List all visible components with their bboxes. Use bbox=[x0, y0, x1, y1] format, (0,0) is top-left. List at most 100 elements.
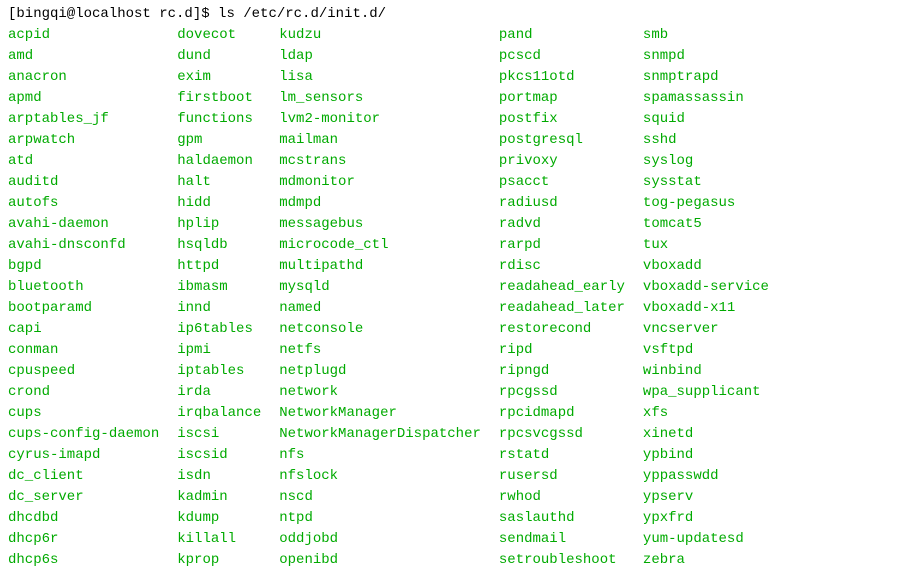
file-entry: dovecot bbox=[177, 25, 261, 46]
file-entry: readahead_early bbox=[499, 277, 625, 298]
file-entry: bootparamd bbox=[8, 298, 159, 319]
file-entry: cups-config-daemon bbox=[8, 424, 159, 445]
file-entry: mailman bbox=[279, 130, 481, 151]
ls-column-1: dovecotdundeximfirstbootfunctionsgpmhald… bbox=[177, 25, 279, 571]
file-entry: network bbox=[279, 382, 481, 403]
file-entry: exim bbox=[177, 67, 261, 88]
file-entry: smb bbox=[643, 25, 769, 46]
file-entry: ypxfrd bbox=[643, 508, 769, 529]
file-entry: named bbox=[279, 298, 481, 319]
file-entry: mdmonitor bbox=[279, 172, 481, 193]
file-entry: xfs bbox=[643, 403, 769, 424]
file-entry: postgresql bbox=[499, 130, 625, 151]
file-entry: haldaemon bbox=[177, 151, 261, 172]
file-entry: portmap bbox=[499, 88, 625, 109]
file-entry: messagebus bbox=[279, 214, 481, 235]
file-entry: dhcp6r bbox=[8, 529, 159, 550]
file-entry: rpcidmapd bbox=[499, 403, 625, 424]
file-entry: functions bbox=[177, 109, 261, 130]
ls-column-0: acpidamdanacronapmdarptables_jfarpwatcha… bbox=[8, 25, 177, 571]
file-entry: autofs bbox=[8, 193, 159, 214]
file-entry: snmpd bbox=[643, 46, 769, 67]
file-entry: isdn bbox=[177, 466, 261, 487]
file-entry: capi bbox=[8, 319, 159, 340]
file-entry: ripngd bbox=[499, 361, 625, 382]
terminal-prompt: [bingqi@localhost rc.d]$ ls /etc/rc.d/in… bbox=[8, 4, 906, 25]
file-entry: pkcs11otd bbox=[499, 67, 625, 88]
file-entry: gpm bbox=[177, 130, 261, 151]
file-entry: cyrus-imapd bbox=[8, 445, 159, 466]
ls-column-4: smbsnmpdsnmptrapdspamassassinsquidsshdsy… bbox=[643, 25, 787, 571]
file-entry: amd bbox=[8, 46, 159, 67]
file-entry: dund bbox=[177, 46, 261, 67]
file-entry: wpa_supplicant bbox=[643, 382, 769, 403]
file-entry: radvd bbox=[499, 214, 625, 235]
file-entry: postfix bbox=[499, 109, 625, 130]
file-entry: lm_sensors bbox=[279, 88, 481, 109]
file-entry: hplip bbox=[177, 214, 261, 235]
file-entry: httpd bbox=[177, 256, 261, 277]
file-entry: setroubleshoot bbox=[499, 550, 625, 571]
file-entry: kprop bbox=[177, 550, 261, 571]
file-entry: rdisc bbox=[499, 256, 625, 277]
file-entry: dhcdbd bbox=[8, 508, 159, 529]
file-entry: xinetd bbox=[643, 424, 769, 445]
file-entry: innd bbox=[177, 298, 261, 319]
file-entry: rstatd bbox=[499, 445, 625, 466]
file-entry: killall bbox=[177, 529, 261, 550]
file-entry: firstboot bbox=[177, 88, 261, 109]
file-entry: cups bbox=[8, 403, 159, 424]
file-entry: kadmin bbox=[177, 487, 261, 508]
file-entry: sysstat bbox=[643, 172, 769, 193]
file-entry: avahi-daemon bbox=[8, 214, 159, 235]
file-entry: winbind bbox=[643, 361, 769, 382]
ls-column-2: kudzuldaplisalm_sensorslvm2-monitormailm… bbox=[279, 25, 499, 571]
file-entry: vboxadd-x11 bbox=[643, 298, 769, 319]
file-entry: irda bbox=[177, 382, 261, 403]
file-entry: iscsi bbox=[177, 424, 261, 445]
file-entry: openibd bbox=[279, 550, 481, 571]
file-entry: snmptrapd bbox=[643, 67, 769, 88]
file-entry: rpcsvcgssd bbox=[499, 424, 625, 445]
file-entry: rwhod bbox=[499, 487, 625, 508]
file-entry: nfslock bbox=[279, 466, 481, 487]
file-entry: auditd bbox=[8, 172, 159, 193]
file-entry: NetworkManagerDispatcher bbox=[279, 424, 481, 445]
file-entry: radiusd bbox=[499, 193, 625, 214]
file-entry: kdump bbox=[177, 508, 261, 529]
file-entry: atd bbox=[8, 151, 159, 172]
file-entry: netplugd bbox=[279, 361, 481, 382]
file-entry: vboxadd-service bbox=[643, 277, 769, 298]
file-entry: lisa bbox=[279, 67, 481, 88]
file-entry: arptables_jf bbox=[8, 109, 159, 130]
file-entry: vsftpd bbox=[643, 340, 769, 361]
file-entry: iscsid bbox=[177, 445, 261, 466]
file-entry: acpid bbox=[8, 25, 159, 46]
file-entry: multipathd bbox=[279, 256, 481, 277]
file-entry: bluetooth bbox=[8, 277, 159, 298]
file-entry: cpuspeed bbox=[8, 361, 159, 382]
file-entry: ibmasm bbox=[177, 277, 261, 298]
ls-output: acpidamdanacronapmdarptables_jfarpwatcha… bbox=[8, 25, 906, 571]
file-entry: oddjobd bbox=[279, 529, 481, 550]
file-entry: NetworkManager bbox=[279, 403, 481, 424]
file-entry: mysqld bbox=[279, 277, 481, 298]
ls-column-3: pandpcscdpkcs11otdportmappostfixpostgres… bbox=[499, 25, 643, 571]
file-entry: readahead_later bbox=[499, 298, 625, 319]
file-entry: apmd bbox=[8, 88, 159, 109]
file-entry: rusersd bbox=[499, 466, 625, 487]
file-entry: lvm2-monitor bbox=[279, 109, 481, 130]
file-entry: squid bbox=[643, 109, 769, 130]
file-entry: restorecond bbox=[499, 319, 625, 340]
file-entry: netconsole bbox=[279, 319, 481, 340]
file-entry: mcstrans bbox=[279, 151, 481, 172]
file-entry: nfs bbox=[279, 445, 481, 466]
file-entry: privoxy bbox=[499, 151, 625, 172]
file-entry: mdmpd bbox=[279, 193, 481, 214]
file-entry: rpcgssd bbox=[499, 382, 625, 403]
file-entry: conman bbox=[8, 340, 159, 361]
file-entry: ntpd bbox=[279, 508, 481, 529]
file-entry: ldap bbox=[279, 46, 481, 67]
file-entry: crond bbox=[8, 382, 159, 403]
file-entry: ipmi bbox=[177, 340, 261, 361]
